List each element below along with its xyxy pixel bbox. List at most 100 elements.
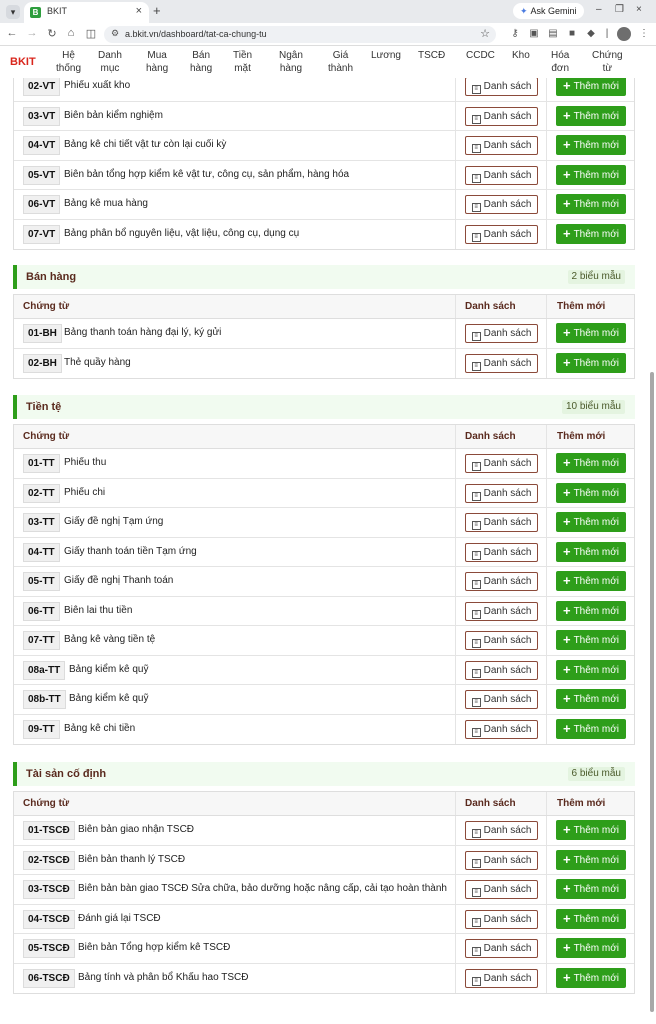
doc-name: Phiếu xuất kho (64, 80, 131, 91)
add-new-button[interactable]: + Thêm mới (556, 967, 626, 988)
add-new-button[interactable]: + Thêm mới (556, 600, 626, 621)
payment-card-icon[interactable]: ▣ (527, 28, 541, 39)
list-button[interactable]: ≡ Danh sách (465, 660, 538, 680)
add-new-button[interactable]: + Thêm mới (556, 223, 626, 244)
list-button[interactable]: ≡ Danh sách (465, 77, 538, 96)
close-tab-icon[interactable]: × (136, 5, 142, 17)
list-button[interactable]: ≡ Danh sách (465, 968, 538, 988)
nav-menu-item[interactable]: Kho (512, 49, 530, 62)
browser-tab[interactable]: B BKIT × (24, 2, 149, 23)
list-button[interactable]: ≡ Danh sách (465, 939, 538, 958)
doc-name: Biên bản bàn giao TSCĐ Sửa chữa, bảo dưỡ… (78, 883, 447, 894)
list-button[interactable]: ≡ Danh sách (465, 224, 538, 244)
list-button[interactable]: ≡ Danh sách (465, 631, 538, 650)
list-button-label: Danh sách (483, 458, 532, 469)
bookmark-star-icon[interactable]: ☆ (480, 27, 490, 40)
list-button[interactable]: ≡ Danh sách (465, 324, 538, 343)
nav-menu-item[interactable]: Chứng từ (592, 49, 623, 75)
add-new-button[interactable]: + Thêm mới (556, 512, 626, 532)
add-new-button[interactable]: + Thêm mới (556, 352, 626, 373)
close-window-icon[interactable]: × (636, 4, 642, 15)
nav-menu-item[interactable]: Tiền mặt (233, 49, 252, 75)
list-button[interactable]: ≡ Danh sách (465, 821, 538, 840)
doc-name: Bảng kê chi tiết vật tư còn lại cuối kỳ (64, 139, 227, 150)
new-tab-icon[interactable]: + (153, 3, 161, 18)
list-button[interactable]: ≡ Danh sách (465, 513, 538, 532)
extension-puzzle-icon[interactable]: ◆ (584, 28, 598, 39)
table-row: 01-TT Phiếu thu ≡ Danh sách + Thêm mới (14, 449, 634, 479)
add-new-button[interactable]: + Thêm mới (556, 323, 626, 343)
nav-menu-item[interactable]: Danh mục (98, 49, 122, 75)
list-button[interactable]: ≡ Danh sách (465, 572, 538, 591)
site-info-icon[interactable]: ⚙ (111, 28, 119, 39)
add-new-button[interactable]: + Thêm mới (556, 135, 626, 155)
page-scrollbar[interactable] (650, 372, 654, 1012)
extension-icon[interactable]: ■ (565, 28, 579, 39)
add-new-button[interactable]: + Thêm mới (556, 194, 626, 214)
home-icon[interactable]: ⌂ (64, 27, 78, 39)
nav-menu-item[interactable]: Ngân hàng (279, 49, 303, 75)
reading-list-icon[interactable]: ▤ (546, 28, 560, 39)
address-bar[interactable]: ⚙ a.bkit.vn/dashboard/tat-ca-chung-tu ☆ (104, 26, 496, 43)
add-new-button[interactable]: + Thêm mới (556, 879, 626, 899)
add-new-button[interactable]: + Thêm mới (556, 453, 626, 473)
list-button[interactable]: ≡ Danh sách (465, 719, 538, 739)
add-new-button[interactable]: + Thêm mới (556, 938, 626, 958)
tab-search-icon[interactable]: ▾ (6, 5, 20, 19)
list-button[interactable]: ≡ Danh sách (465, 850, 538, 870)
list-button[interactable]: ≡ Danh sách (465, 880, 538, 899)
back-icon[interactable]: ← (5, 27, 19, 39)
add-new-button[interactable]: + Thêm mới (556, 105, 626, 126)
list-button[interactable]: ≡ Danh sách (465, 353, 538, 373)
add-new-button[interactable]: + Thêm mới (556, 849, 626, 870)
nav-menu-item[interactable]: Giá thành (328, 49, 353, 75)
restore-icon[interactable]: ❐ (615, 4, 624, 15)
list-button[interactable]: ≡ Danh sách (465, 136, 538, 155)
add-new-button[interactable]: + Thêm mới (556, 482, 626, 503)
list-button[interactable]: ≡ Danh sách (465, 165, 538, 185)
nav-menu-label-line2: đơn (551, 63, 570, 74)
add-new-button[interactable]: + Thêm mới (556, 718, 626, 739)
add-new-button[interactable]: + Thêm mới (556, 908, 626, 929)
add-new-button[interactable]: + Thêm mới (556, 689, 626, 709)
nav-menu-item[interactable]: Hệ thống (56, 49, 81, 75)
list-button[interactable]: ≡ Danh sách (465, 195, 538, 214)
add-new-button-label: Thêm mới (573, 854, 620, 866)
list-button-label: Danh sách (483, 884, 532, 895)
add-new-button[interactable]: + Thêm mới (556, 164, 626, 185)
add-new-button[interactable]: + Thêm mới (556, 630, 626, 650)
sidebar-icon[interactable]: ◫ (84, 27, 98, 40)
add-new-button[interactable]: + Thêm mới (556, 76, 626, 96)
add-new-button[interactable]: + Thêm mới (556, 541, 626, 562)
list-button[interactable]: ≡ Danh sách (465, 483, 538, 503)
list-button[interactable]: ≡ Danh sách (465, 601, 538, 621)
nav-menu-item[interactable]: TSCĐ (418, 49, 445, 62)
list-button[interactable]: ≡ Danh sách (465, 542, 538, 562)
add-new-button[interactable]: + Thêm mới (556, 571, 626, 591)
list-button[interactable]: ≡ Danh sách (465, 106, 538, 126)
password-key-icon[interactable]: ⚷ (508, 28, 522, 39)
nav-menu-item[interactable]: Mua hàng (146, 49, 168, 75)
url-text[interactable]: a.bkit.vn/dashboard/tat-ca-chung-tu (125, 29, 267, 39)
column-divider (455, 348, 456, 378)
list-icon: ≡ (471, 85, 481, 94)
minimize-icon[interactable]: – (596, 4, 602, 15)
column-divider (455, 875, 456, 904)
brand-logo[interactable]: BKIT (10, 56, 36, 68)
more-menu-icon[interactable]: ⋮ (637, 28, 651, 39)
column-divider (546, 875, 547, 904)
add-new-button[interactable]: + Thêm mới (556, 820, 626, 840)
nav-menu-item[interactable]: Hóa đơn (551, 49, 569, 75)
add-new-button[interactable]: + Thêm mới (556, 659, 626, 680)
nav-menu-item[interactable]: Bán hàng (190, 49, 212, 75)
forward-icon[interactable]: → (25, 27, 39, 39)
nav-menu-item[interactable]: Lương (371, 49, 401, 62)
list-button[interactable]: ≡ Danh sách (465, 909, 538, 929)
reload-icon[interactable]: ↻ (45, 27, 59, 40)
nav-menu-item[interactable]: CCDC (466, 49, 495, 62)
ask-gemini-button[interactable]: ✦ Ask Gemini (513, 3, 584, 19)
profile-avatar[interactable] (617, 27, 631, 41)
list-button[interactable]: ≡ Danh sách (465, 690, 538, 709)
profile-divider: | (605, 28, 609, 39)
list-button[interactable]: ≡ Danh sách (465, 454, 538, 473)
